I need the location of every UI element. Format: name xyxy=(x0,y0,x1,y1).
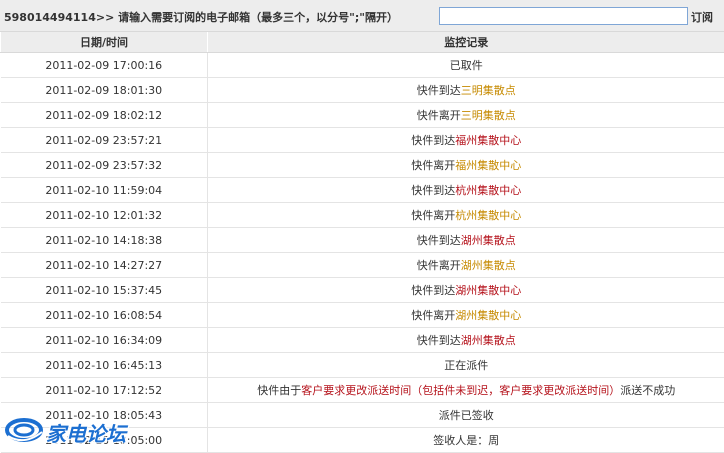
location-link: 杭州集散中心 xyxy=(455,209,521,222)
subscribe-bar: 598014494114>> 请输入需要订阅的电子邮箱（最多三个，以分号";"隔… xyxy=(0,0,724,32)
tracking-table: 日期/时间 监控记录 2011-02-09 17:00:16已取件2011-02… xyxy=(0,32,724,453)
record-cell: 快件到达三明集散点 xyxy=(208,78,724,103)
timestamp-cell: 2011-02-10 16:34:09 xyxy=(1,328,208,353)
record-cell: 快件离开湖州集散点 xyxy=(208,253,724,278)
record-text: 快件到达 xyxy=(411,284,455,297)
record-text: 快件到达 xyxy=(411,134,455,147)
record-text: 正在派件 xyxy=(444,359,488,372)
table-row: 2011-02-10 16:08:54快件离开湖州集散中心 xyxy=(1,303,724,328)
table-row: 2011-02-09 23:57:21快件到达福州集散中心 xyxy=(1,128,724,153)
record-cell: 快件离开福州集散中心 xyxy=(208,153,724,178)
table-row: 2011-02-09 17:00:16 已取件 xyxy=(1,53,724,78)
record-text: 签收人是：周 xyxy=(433,434,499,447)
table-row: 2011-02-10 17:12:52快件由于客户要求更改派送时间（包括件未到迟… xyxy=(1,378,724,403)
record-cell: 派件已签收 xyxy=(208,403,724,428)
table-row: 2011-02-10 16:34:09快件到达湖州集散点 xyxy=(1,328,724,353)
timestamp-cell: 2011-02-09 18:01:30 xyxy=(1,78,208,103)
table-row: 2011-02-10 15:37:45快件到达湖州集散中心 xyxy=(1,278,724,303)
table-row: 2011-02-10 16:45:13 正在派件 xyxy=(1,353,724,378)
timestamp-cell: 2011-02-10 15:37:45 xyxy=(1,278,208,303)
record-text: 快件到达 xyxy=(417,84,461,97)
record-cell: 快件到达福州集散中心 xyxy=(208,128,724,153)
timestamp-cell: 2011-02-09 23:57:21 xyxy=(1,128,208,153)
record-text: 快件离开 xyxy=(417,259,461,272)
record-cell: 快件由于客户要求更改派送时间（包括件未到迟，客户要求更改派送时间）派送不成功 xyxy=(208,378,724,403)
subscribe-button[interactable]: 订阅 xyxy=(691,9,713,25)
record-cell: 快件离开三明集散点 xyxy=(208,103,724,128)
timestamp-cell: 2011-02-10 12:01:32 xyxy=(1,203,208,228)
timestamp-cell: 2011-02-09 18:02:12 xyxy=(1,103,208,128)
timestamp-cell: 2011-02-09 23:57:32 xyxy=(1,153,208,178)
table-row: 2011-02-10 14:27:27快件离开湖州集散点 xyxy=(1,253,724,278)
location-link: 三明集散点 xyxy=(461,109,516,122)
record-text: 快件离开 xyxy=(417,109,461,122)
timestamp-cell: 2011-02-10 18:05:00 xyxy=(1,428,208,453)
email-subscribe-input[interactable] xyxy=(439,7,688,25)
record-text: 派件已签收 xyxy=(439,409,494,422)
timestamp-cell: 2011-02-10 18:05:43 xyxy=(1,403,208,428)
timestamp-cell: 2011-02-10 14:18:38 xyxy=(1,228,208,253)
column-header-time: 日期/时间 xyxy=(1,32,208,53)
record-cell: 签收人是：周 xyxy=(208,428,724,453)
record-cell: 快件离开湖州集散中心 xyxy=(208,303,724,328)
subscribe-prompt: 598014494114>> 请输入需要订阅的电子邮箱（最多三个，以分号";"隔… xyxy=(4,9,398,25)
record-text: 快件由于 xyxy=(257,384,301,397)
location-link: 湖州集散点 xyxy=(461,234,516,247)
table-row: 2011-02-10 18:05:00 签收人是：周 xyxy=(1,428,724,453)
table-row: 2011-02-10 12:01:32快件离开杭州集散中心 xyxy=(1,203,724,228)
record-text: 已取件 xyxy=(450,59,483,72)
record-cell: 快件到达湖州集散点 xyxy=(208,228,724,253)
location-link: 三明集散点 xyxy=(461,84,516,97)
record-suffix: 派送不成功 xyxy=(620,384,675,397)
location-link: 湖州集散中心 xyxy=(455,284,521,297)
column-header-record: 监控记录 xyxy=(208,32,724,53)
table-row: 2011-02-09 23:57:32快件离开福州集散中心 xyxy=(1,153,724,178)
record-cell: 已取件 xyxy=(208,53,724,78)
record-text: 快件到达 xyxy=(417,334,461,347)
table-row: 2011-02-10 18:05:43 派件已签收 xyxy=(1,403,724,428)
table-header-row: 日期/时间 监控记录 xyxy=(1,32,724,53)
table-row: 2011-02-09 18:01:30快件到达三明集散点 xyxy=(1,78,724,103)
location-link: 福州集散中心 xyxy=(455,134,521,147)
tracking-table-body: 2011-02-09 17:00:16 已取件 2011-02-09 18:01:3… xyxy=(1,53,724,453)
record-cell: 快件到达杭州集散中心 xyxy=(208,178,724,203)
table-row: 2011-02-10 11:59:04快件到达杭州集散中心 xyxy=(1,178,724,203)
timestamp-cell: 2011-02-10 11:59:04 xyxy=(1,178,208,203)
record-text: 快件离开 xyxy=(411,309,455,322)
location-link: 福州集散中心 xyxy=(455,159,521,172)
record-cell: 快件到达湖州集散中心 xyxy=(208,278,724,303)
record-text: 快件离开 xyxy=(411,159,455,172)
record-cell: 正在派件 xyxy=(208,353,724,378)
timestamp-cell: 2011-02-09 17:00:16 xyxy=(1,53,208,78)
location-link: 湖州集散中心 xyxy=(455,309,521,322)
timestamp-cell: 2011-02-10 17:12:52 xyxy=(1,378,208,403)
record-cell: 快件离开杭州集散中心 xyxy=(208,203,724,228)
table-row: 2011-02-10 14:18:38快件到达湖州集散点 xyxy=(1,228,724,253)
timestamp-cell: 2011-02-10 14:27:27 xyxy=(1,253,208,278)
location-link: 杭州集散中心 xyxy=(455,184,521,197)
record-cell: 快件到达湖州集散点 xyxy=(208,328,724,353)
record-text: 快件到达 xyxy=(411,184,455,197)
table-row: 2011-02-09 18:02:12快件离开三明集散点 xyxy=(1,103,724,128)
record-text: 快件离开 xyxy=(411,209,455,222)
timestamp-cell: 2011-02-10 16:08:54 xyxy=(1,303,208,328)
location-link: 湖州集散点 xyxy=(461,334,516,347)
record-text: 快件到达 xyxy=(417,234,461,247)
timestamp-cell: 2011-02-10 16:45:13 xyxy=(1,353,208,378)
location-link: 湖州集散点 xyxy=(461,259,516,272)
location-link: 客户要求更改派送时间（包括件未到迟，客户要求更改派送时间） xyxy=(301,384,620,397)
